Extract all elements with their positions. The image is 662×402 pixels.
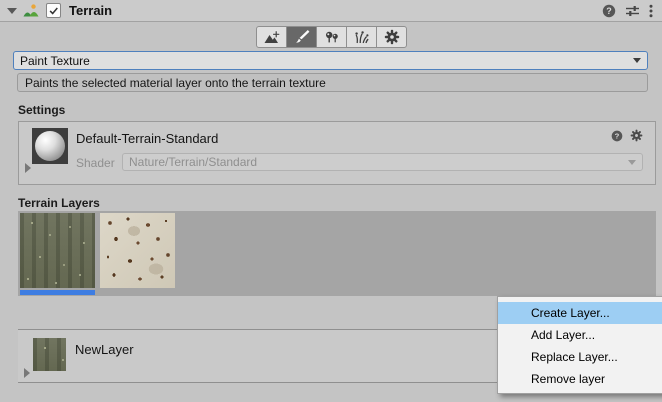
shader-dropdown-value: Nature/Terrain/Standard — [129, 155, 257, 169]
chevron-down-icon — [633, 58, 641, 63]
paintbrush-icon — [294, 29, 310, 45]
material-name: Default-Terrain-Standard — [76, 131, 218, 146]
terrain-tool-bar — [256, 26, 407, 48]
paint-terrain-button[interactable] — [286, 26, 317, 48]
paint-tool-dropdown-value: Paint Texture — [20, 54, 90, 68]
enable-checkbox[interactable] — [46, 3, 61, 18]
material-foldout-icon[interactable] — [25, 163, 31, 173]
terrain-layers-heading: Terrain Layers — [18, 196, 100, 210]
new-layer-thumbnail[interactable] — [33, 338, 66, 371]
shader-label: Shader — [76, 156, 115, 170]
paint-trees-button[interactable] — [316, 26, 347, 48]
paint-tool-dropdown[interactable]: Paint Texture — [13, 51, 648, 70]
gear-icon — [384, 29, 400, 45]
component-title: Terrain — [69, 3, 112, 18]
component-foldout-icon[interactable] — [7, 8, 17, 14]
create-neighbor-terrains-button[interactable] — [256, 26, 287, 48]
new-layer-name: NewLayer — [75, 342, 134, 357]
menu-item-remove-layer[interactable]: Remove layer — [498, 368, 662, 390]
terrain-layers-grid[interactable] — [18, 211, 656, 296]
layer-thumbnail-cliff[interactable] — [100, 213, 175, 288]
layer-context-menu: Create Layer... Add Layer... Replace Lay… — [497, 296, 662, 394]
paint-details-button[interactable] — [346, 26, 377, 48]
kebab-menu-icon[interactable] — [649, 4, 653, 18]
menu-item-create-layer[interactable]: Create Layer... — [498, 302, 662, 324]
grass-details-icon — [354, 30, 370, 45]
terrain-inspector: Terrain ? — [0, 0, 662, 402]
svg-text:?: ? — [615, 131, 620, 140]
trees-icon — [324, 30, 340, 45]
terrain-material-box: Default-Terrain-Standard Shader Nature/T… — [18, 121, 656, 185]
material-sphere-thumbnail — [35, 131, 65, 161]
svg-text:?: ? — [606, 6, 612, 16]
chevron-down-icon — [628, 160, 636, 165]
inspector-header: Terrain ? — [0, 0, 662, 22]
terrain-settings-button[interactable] — [376, 26, 407, 48]
presets-icon[interactable] — [625, 4, 640, 18]
menu-item-add-layer[interactable]: Add Layer... — [498, 324, 662, 346]
selected-layer-indicator — [20, 290, 95, 295]
shader-dropdown: Nature/Terrain/Standard — [122, 153, 643, 171]
layer-thumbnail-grass[interactable] — [20, 213, 95, 288]
check-icon — [48, 5, 59, 16]
material-preview[interactable] — [32, 128, 68, 164]
new-layer-foldout-icon[interactable] — [24, 368, 30, 378]
tool-description-text: Paints the selected material layer onto … — [25, 76, 326, 90]
settings-heading: Settings — [18, 103, 65, 117]
tool-description-box: Paints the selected material layer onto … — [17, 73, 648, 92]
material-help-icon[interactable]: ? — [611, 130, 623, 142]
help-icon[interactable]: ? — [602, 4, 616, 18]
menu-item-replace-layer[interactable]: Replace Layer... — [498, 346, 662, 368]
material-gear-icon[interactable] — [630, 129, 643, 142]
terrain-component-icon — [23, 3, 39, 19]
mountain-plus-icon — [263, 30, 281, 45]
